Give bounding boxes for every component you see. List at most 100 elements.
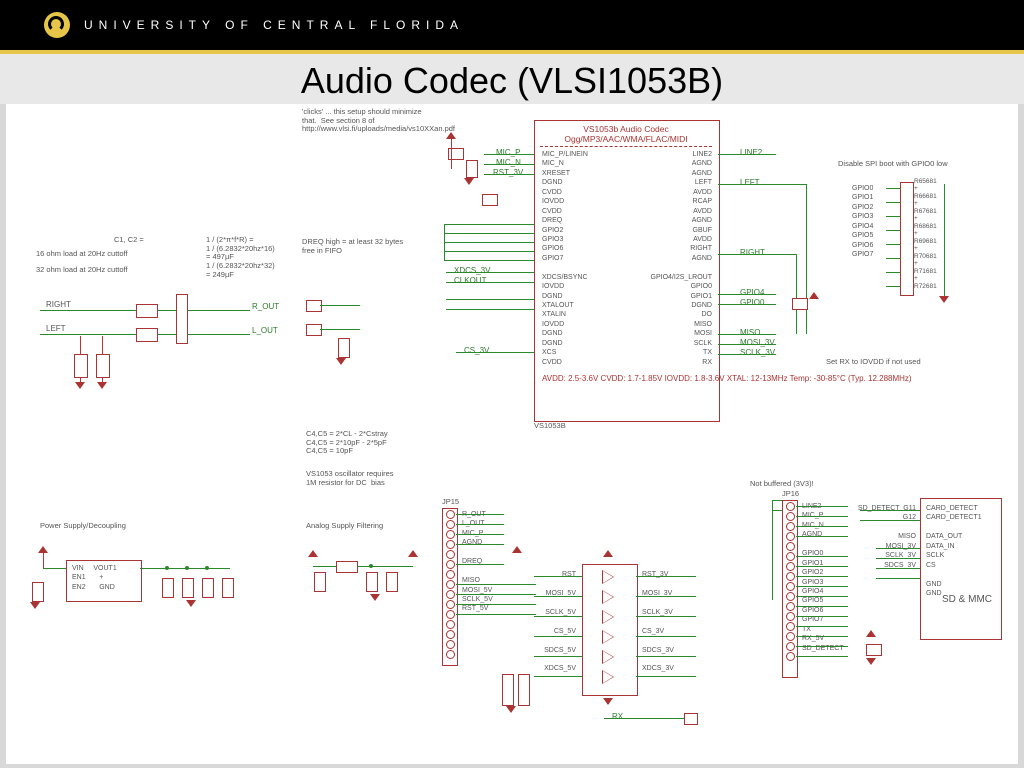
buffer-icon	[602, 630, 614, 644]
junction	[165, 566, 169, 570]
wire	[796, 586, 848, 587]
wire	[796, 506, 848, 507]
wire	[456, 594, 536, 595]
wire	[796, 646, 848, 647]
buffer-icon	[602, 590, 614, 604]
wire	[796, 636, 848, 637]
buffer-icon	[602, 650, 614, 664]
sig-gpio0: GPIO0	[740, 298, 764, 307]
component-inductor	[336, 561, 358, 573]
wire	[876, 558, 920, 559]
wire	[718, 334, 776, 335]
wire	[534, 636, 582, 637]
note-setrx: Set RX to IOVDD if not used	[826, 358, 921, 367]
gnd-icon	[603, 698, 613, 705]
wire	[444, 224, 445, 260]
sig-mic-p: MIC_P	[496, 148, 520, 157]
chip-title: VS1053b Audio Codec Ogg/MP3/AAC/WMA/FLAC…	[534, 124, 718, 144]
wire	[534, 576, 582, 577]
wire	[636, 656, 696, 657]
wire	[446, 282, 534, 283]
component-cap	[96, 354, 110, 378]
wire	[456, 514, 504, 515]
wire	[886, 244, 900, 245]
wire	[718, 154, 776, 155]
wire	[718, 184, 806, 185]
component-diode	[684, 713, 698, 725]
wire	[860, 520, 920, 521]
component-res	[482, 194, 498, 206]
note-c4c5: C4,C5 = 2*CL - 2*Cstray C4,C5 = 2*10pF -…	[306, 430, 388, 456]
chip-pins-left: MIC_P/LINEIN MIC_N XRESET DGND CVDD IOVD…	[542, 150, 588, 367]
jp15-label: JP15	[442, 498, 459, 507]
wire	[886, 286, 900, 287]
sig-lout: L_OUT	[252, 326, 278, 335]
note-c1c2-1: 16 ohm load at 20Hz cuttoff	[36, 250, 128, 259]
junction	[185, 566, 189, 570]
wire	[534, 596, 582, 597]
wire	[796, 576, 848, 577]
wire	[796, 516, 848, 517]
component-resistor	[136, 304, 158, 318]
note-c1c2-2: 32 ohm load at 20Hz cuttoff	[36, 266, 128, 275]
wire	[876, 578, 920, 579]
component-cap	[74, 354, 88, 378]
wire	[772, 500, 773, 600]
note-c1c2-eq: 1 / (2*π*f*R) = 1 / (6.2832*20hz*16) = 4…	[206, 236, 275, 279]
header-bar: UNIVERSITY OF CENTRAL FLORIDA	[0, 0, 1024, 54]
gnd-icon	[506, 706, 516, 713]
component-cap	[222, 578, 234, 598]
note-osc: VS1053 oscillator requires 1M resistor f…	[306, 470, 394, 487]
wire	[886, 272, 900, 273]
wire	[796, 526, 848, 527]
wire	[886, 258, 900, 259]
wire	[718, 294, 776, 295]
wire	[451, 139, 452, 169]
university-name: UNIVERSITY OF CENTRAL FLORIDA	[84, 18, 464, 32]
buffer-icon	[602, 570, 614, 584]
wire	[860, 510, 920, 511]
junction	[369, 564, 373, 568]
sig-xdcs: XDCS_3V	[454, 266, 490, 275]
sig-gpio4: GPIO4	[740, 288, 764, 297]
schematic-diagram: 'clicks' ... this setup should minimize …	[6, 104, 1018, 764]
sig-clkout: CLKOUT	[454, 276, 486, 285]
lbl-right: RIGHT	[46, 300, 71, 309]
gnd-icon	[75, 382, 85, 389]
wire	[444, 251, 534, 252]
note-notbuffered: Not buffered (3V3)!	[750, 480, 814, 489]
note-power: Power Supply/Decoupling	[40, 522, 126, 531]
note-clicks: 'clicks' ... this setup should minimize …	[302, 108, 455, 134]
wire	[456, 614, 536, 615]
component-res	[306, 300, 322, 312]
wire	[484, 174, 534, 175]
wire	[534, 656, 582, 657]
component-cap	[866, 644, 882, 656]
wire	[636, 636, 696, 637]
wire	[796, 556, 848, 557]
chip-pins-right: LINE2 AGND AGND LEFT AVDD RCAP AVDD AGND…	[642, 150, 712, 367]
component-cap	[466, 160, 478, 178]
wire	[456, 544, 504, 545]
gnd-icon	[370, 594, 380, 601]
component-resistor	[136, 328, 158, 342]
wire	[772, 500, 782, 501]
wire	[444, 224, 534, 225]
buffer-icon	[602, 670, 614, 684]
pwr-icon	[866, 630, 876, 637]
component-cap	[176, 294, 188, 344]
pwr-icon	[603, 550, 613, 557]
component-res	[792, 298, 808, 310]
note-disable-spi: Disable SPI boot with GPIO0 low	[838, 160, 948, 169]
wire	[456, 564, 504, 565]
wire	[886, 230, 900, 231]
sig-rst-3v: RST_3V	[493, 168, 523, 177]
sig-miso: MISO	[740, 328, 760, 337]
wire	[636, 596, 696, 597]
wire	[446, 309, 534, 310]
wire	[604, 718, 684, 719]
gnd-icon	[939, 296, 949, 303]
wire	[484, 154, 534, 155]
wire	[456, 352, 534, 353]
wire	[43, 553, 44, 569]
